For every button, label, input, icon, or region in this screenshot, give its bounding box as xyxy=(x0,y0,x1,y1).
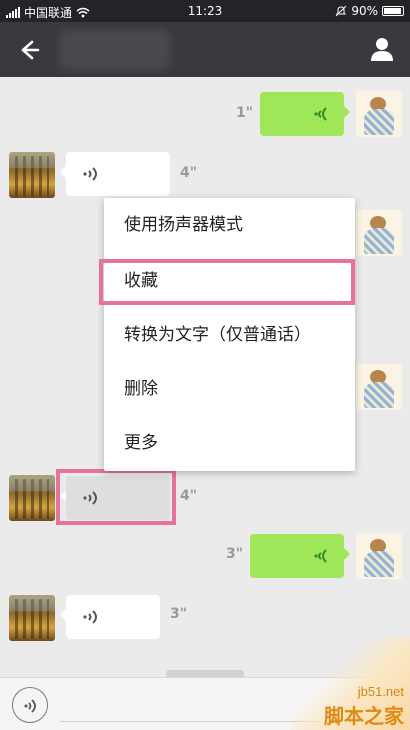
battery-percent: 90% xyxy=(351,4,378,18)
voice-input-toggle[interactable] xyxy=(12,687,48,723)
voice-wave-icon xyxy=(83,167,97,181)
voice-duration: 3" xyxy=(170,606,188,622)
battery-icon xyxy=(382,6,404,16)
person-icon[interactable] xyxy=(368,35,396,63)
voice-message-incoming[interactable] xyxy=(60,595,160,639)
voice-duration: 4" xyxy=(180,488,198,504)
my-avatar[interactable] xyxy=(356,533,402,579)
contact-avatar[interactable] xyxy=(9,595,55,641)
my-avatar[interactable] xyxy=(356,364,402,410)
chat-header xyxy=(0,22,410,77)
chat-title-redacted xyxy=(60,30,170,70)
my-avatar[interactable] xyxy=(356,91,402,137)
selection-highlight-frame xyxy=(56,469,176,525)
context-menu: 使用扬声器模式 收藏 转换为文字（仅普通话） 删除 更多 xyxy=(104,198,355,471)
my-avatar[interactable] xyxy=(356,210,402,256)
menu-item-speaker-mode[interactable]: 使用扬声器模式 xyxy=(104,198,355,252)
voice-message-outgoing[interactable] xyxy=(250,534,350,578)
voice-wave-icon xyxy=(314,549,327,563)
voice-message-outgoing[interactable] xyxy=(260,92,350,136)
contact-avatar[interactable] xyxy=(9,152,55,198)
menu-item-delete[interactable]: 删除 xyxy=(104,362,355,416)
menu-item-more[interactable]: 更多 xyxy=(104,416,355,470)
voice-wave-icon xyxy=(314,107,327,121)
voice-duration: 4" xyxy=(180,165,198,181)
mute-bell-icon xyxy=(335,5,347,17)
voice-wave-icon xyxy=(24,699,36,713)
voice-message-incoming[interactable] xyxy=(60,152,170,196)
watermark-brand: 脚本之家 xyxy=(324,704,404,728)
status-bar: 中国联通 11:23 90% xyxy=(0,0,410,22)
watermark-url: jb51.net xyxy=(357,684,404,699)
voice-wave-icon xyxy=(83,610,97,624)
status-right: 90% xyxy=(335,4,404,18)
menu-highlight-frame xyxy=(99,259,355,305)
arrow-left-icon[interactable] xyxy=(14,36,42,64)
voice-duration: 1" xyxy=(236,105,254,121)
menu-item-convert-to-text[interactable]: 转换为文字（仅普通话） xyxy=(104,308,355,362)
voice-duration: 3" xyxy=(226,546,244,562)
contact-avatar[interactable] xyxy=(9,475,55,521)
